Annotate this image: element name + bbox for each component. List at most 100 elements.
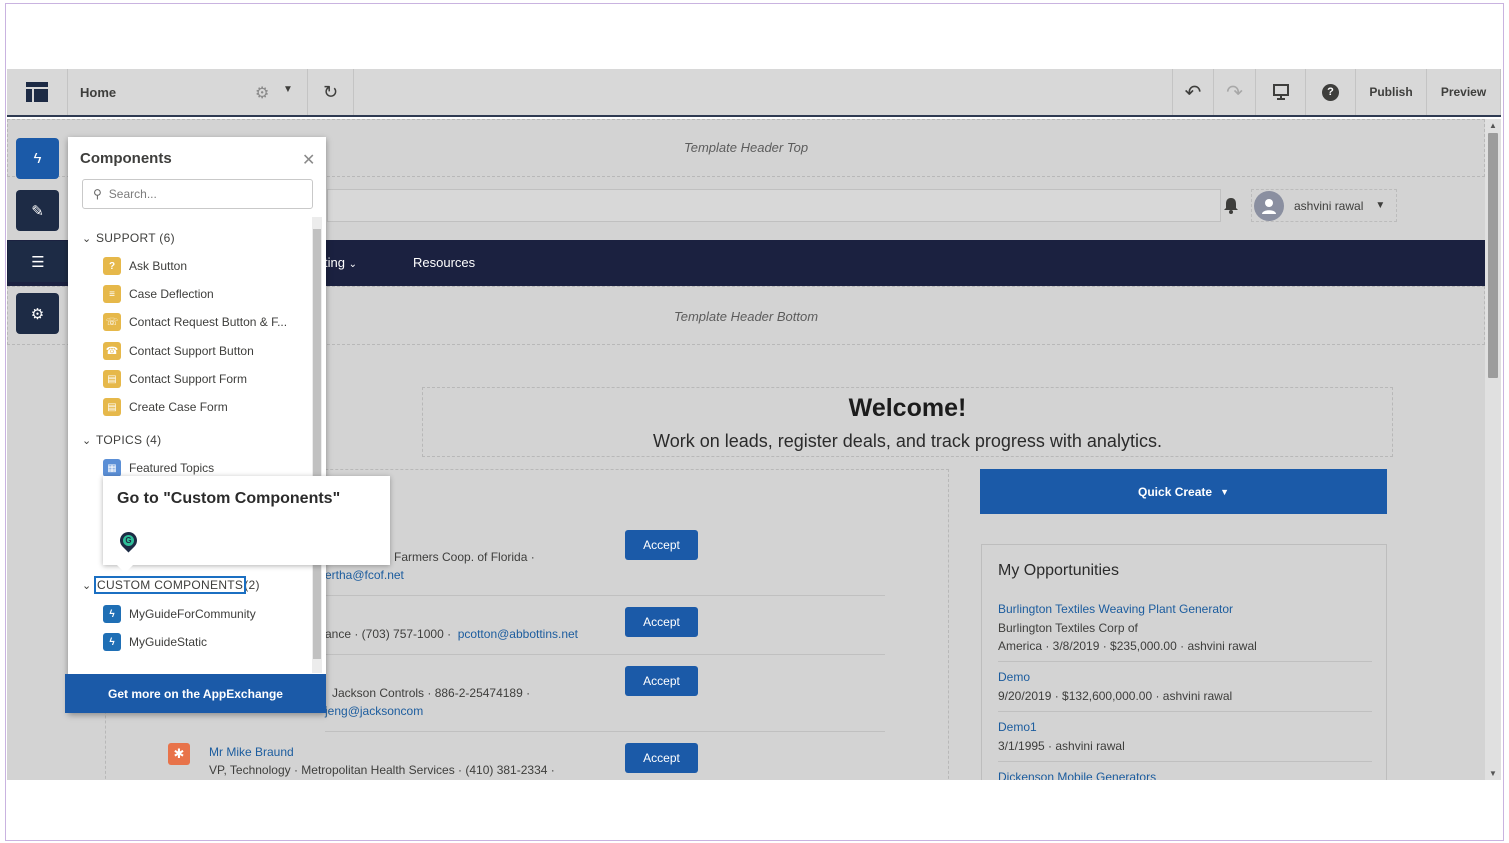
monitor-icon [1272, 84, 1289, 100]
builder-toolbar: Home ⚙ ▼ ↻ ↶ ↷ ? Publish Preview [7, 69, 1501, 117]
lightning-icon: ϟ [103, 633, 121, 651]
section-header-topics[interactable]: ⌄ TOPICS (4) [82, 433, 161, 447]
welcome-banner[interactable]: Welcome! Work on leads, register deals, … [422, 387, 1393, 457]
opportunity-detail: Burlington Textiles Corp of [998, 621, 1138, 635]
welcome-subtitle: Work on leads, register deals, and track… [653, 431, 1162, 451]
guide-logo-icon: G [116, 528, 141, 553]
site-search-bar[interactable] [327, 189, 1221, 222]
redo-icon: ↷ [1226, 81, 1243, 104]
opportunity-detail: America · 3/8/2019 · $235,000.00 · ashvi… [998, 639, 1257, 653]
my-opportunities-card: My Opportunities Burlington Textiles Wea… [981, 544, 1387, 780]
highlighted-target: CUSTOM COMPONENTS [93, 576, 247, 594]
component-item[interactable]: ϟ MyGuideStatic [103, 632, 207, 652]
redo-button[interactable]: ↷ [1214, 69, 1256, 115]
help-icon: ? [1322, 83, 1339, 101]
settings-tab-button[interactable]: ⚙ [16, 293, 59, 334]
components-scrollbar[interactable] [312, 217, 322, 673]
list-divider [325, 595, 885, 596]
lead-name-link[interactable]: Mr Mike Braund [209, 745, 294, 759]
quick-create-label: Quick Create [1138, 484, 1213, 499]
section-header-custom-components[interactable]: ⌄ CUSTOM COMPONENTS(2) [82, 576, 260, 594]
component-item[interactable]: ? Ask Button [103, 256, 187, 276]
refresh-icon: ↻ [322, 81, 339, 102]
undo-icon: ↶ [1184, 81, 1202, 104]
lead-details: Jackson Controls · 886-2-25474189 · [332, 686, 531, 700]
appexchange-button[interactable]: Get more on the AppExchange [65, 674, 326, 713]
contact-request-icon: ☏ [103, 313, 121, 331]
accept-button[interactable]: Accept [625, 607, 698, 637]
user-profile-menu[interactable]: ashvini rawal ▼ [1251, 189, 1397, 222]
help-button[interactable]: ? [1306, 69, 1356, 115]
accept-button[interactable]: Accept [625, 666, 698, 696]
opportunity-link[interactable]: Demo [998, 670, 1030, 684]
accept-button[interactable]: Accept [625, 530, 698, 560]
close-icon[interactable]: ✕ [302, 150, 315, 170]
page-structure-button[interactable] [7, 69, 68, 115]
chevron-down-icon: ⌄ [82, 233, 92, 245]
undo-button[interactable]: ↶ [1172, 69, 1214, 115]
page-settings-gear-icon[interactable]: ⚙ [255, 83, 269, 103]
component-item[interactable]: ϟ MyGuideForCommunity [103, 604, 256, 624]
guide-instruction: Go to "Custom Components" [117, 490, 341, 507]
opportunity-detail: 3/1/1995 · ashvini rawal [998, 739, 1125, 753]
quick-create-button[interactable]: Quick Create ▼ [980, 469, 1387, 514]
list-divider [998, 711, 1372, 712]
page-structure-tab-button[interactable]: ☰ [8, 241, 68, 282]
components-tab-button[interactable]: ϟ [16, 138, 59, 179]
guide-tooltip: Go to "Custom Components" G [103, 476, 390, 573]
section-header-support[interactable]: ⌄ SUPPORT (6) [82, 231, 175, 245]
page-selector[interactable]: Home [68, 69, 308, 115]
accept-button[interactable]: Accept [625, 743, 698, 773]
chevron-down-icon: ⌄ [348, 259, 357, 270]
caret-down-icon: ▼ [1220, 486, 1229, 497]
grid-icon: ▦ [103, 459, 121, 477]
refresh-button[interactable]: ↻ [308, 69, 354, 115]
list-divider [998, 661, 1372, 662]
nav-item-truncated[interactable]: ting ⌄ [324, 255, 357, 270]
create-case-form-icon: ▤ [103, 398, 121, 416]
scroll-down-icon[interactable]: ▼ [1489, 769, 1497, 778]
opportunities-title: My Opportunities [998, 562, 1119, 579]
lead-email-link[interactable]: pcotton@abbottins.net [458, 627, 578, 641]
canvas-scrollbar[interactable]: ▲ ▼ [1485, 119, 1501, 780]
theme-tab-button[interactable]: ✎ [16, 190, 59, 231]
component-item[interactable]: ☎ Contact Support Button [103, 341, 254, 361]
opportunity-link[interactable]: Burlington Textiles Weaving Plant Genera… [998, 602, 1233, 616]
lead-person-icon: ✱ [168, 743, 190, 765]
component-item[interactable]: ▤ Create Case Form [103, 397, 228, 417]
ask-button-icon: ? [103, 257, 121, 275]
component-item[interactable]: ≡ Case Deflection [103, 284, 214, 304]
page-name: Home [80, 84, 117, 100]
page-menu-chevron-down-icon[interactable]: ▼ [283, 84, 293, 95]
lead-email-link[interactable]: jeng@jacksoncom [325, 704, 423, 718]
device-preview-button[interactable] [1256, 69, 1306, 115]
scrollbar-thumb[interactable] [313, 229, 321, 659]
search-icon: ⚲ [93, 187, 102, 201]
nav-item-resources[interactable]: Resources [413, 255, 475, 270]
component-item[interactable]: ☏ Contact Request Button & F... [103, 312, 287, 332]
component-item[interactable]: ▦ Featured Topics [103, 458, 214, 478]
list-divider [325, 654, 885, 655]
notification-bell-icon[interactable] [1223, 197, 1239, 218]
scroll-up-icon[interactable]: ▲ [1489, 121, 1497, 130]
layout-icon [26, 82, 48, 102]
lead-email-link[interactable]: ertha@fcof.net [325, 568, 404, 582]
list-divider [325, 731, 885, 732]
paintbrush-icon: ✎ [31, 202, 44, 220]
preview-button[interactable]: Preview [1427, 69, 1501, 115]
component-search-input[interactable]: ⚲ Search... [82, 179, 313, 209]
user-name: ashvini rawal [1294, 198, 1364, 213]
search-placeholder: Search... [108, 187, 157, 201]
scrollbar-thumb[interactable] [1488, 133, 1498, 378]
components-panel: Components ✕ ⚲ Search... ⌄ SUPPORT (6) ? A… [65, 137, 326, 713]
publish-button[interactable]: Publish [1356, 69, 1427, 115]
chevron-down-icon: ▼ [1375, 200, 1386, 211]
avatar [1254, 190, 1284, 221]
component-item[interactable]: ▤ Contact Support Form [103, 369, 247, 389]
list-divider [998, 761, 1372, 762]
case-deflection-icon: ≡ [103, 285, 121, 303]
opportunity-link[interactable]: Demo1 [998, 720, 1037, 734]
opportunity-link[interactable]: Dickenson Mobile Generators [998, 770, 1156, 780]
lead-details: VP, Technology · Metropolitan Health Ser… [209, 763, 555, 777]
lightning-icon: ϟ [103, 605, 121, 623]
